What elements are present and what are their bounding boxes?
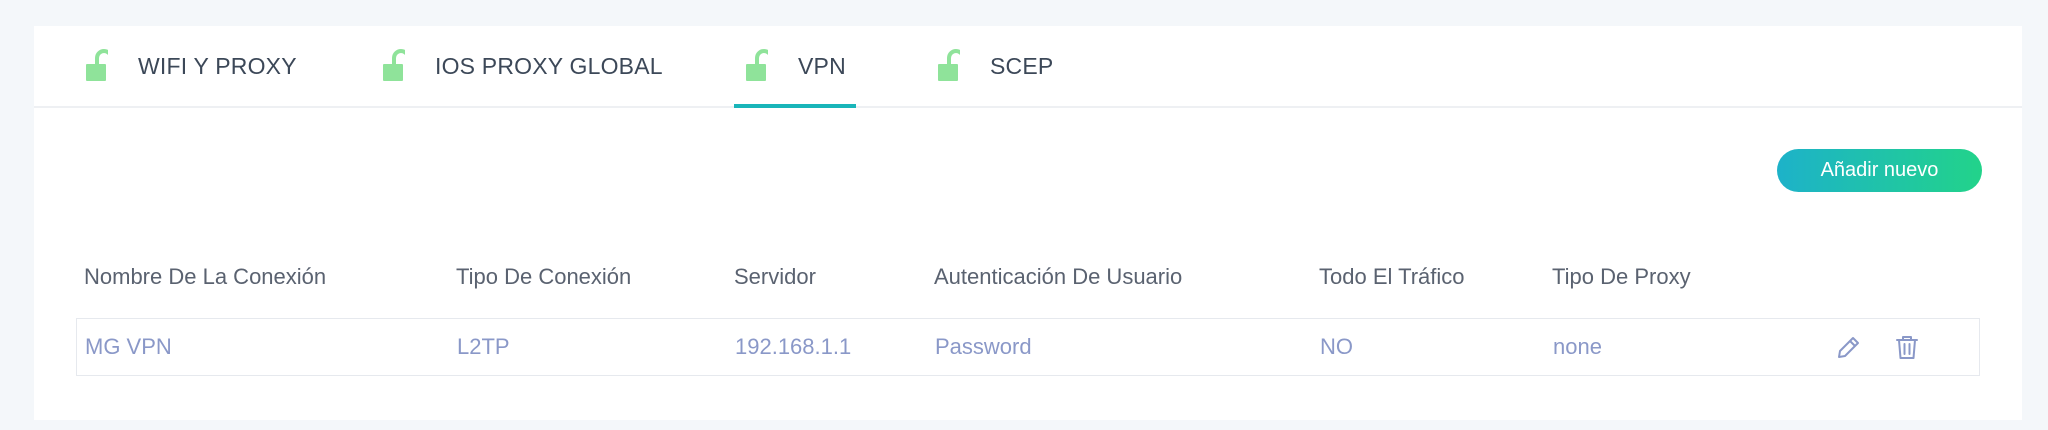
unlock-icon <box>86 49 108 81</box>
tab-wifi-proxy[interactable]: WIFI Y PROXY <box>84 26 297 106</box>
add-new-button[interactable]: Añadir nuevo <box>1777 149 1982 192</box>
tab-ios-proxy-global[interactable]: IOS PROXY GLOBAL <box>381 26 663 106</box>
cell-connection-type: L2TP <box>457 334 510 359</box>
column-header-connection-name: Nombre De La Conexión <box>84 264 327 289</box>
cell-user-auth: Password <box>935 334 1032 359</box>
unlock-icon <box>938 49 960 81</box>
tab-scep[interactable]: SCEP <box>936 26 1053 106</box>
tab-bar: WIFI Y PROXY IOS PROXY GLOBAL VPN SCEP <box>34 26 2022 108</box>
cell-server: 192.168.1.1 <box>735 334 852 359</box>
table-row: MG VPN L2TP 192.168.1.1 Password NO none <box>76 318 1980 376</box>
column-header-all-traffic: Todo El Tráfico <box>1319 264 1465 289</box>
column-header-user-auth: Autenticación De Usuario <box>934 264 1183 289</box>
edit-icon[interactable] <box>1835 333 1863 361</box>
tab-label: IOS PROXY GLOBAL <box>435 52 663 79</box>
tab-vpn[interactable]: VPN <box>734 26 856 108</box>
tab-label: SCEP <box>990 52 1054 79</box>
column-header-connection-type: Tipo De Conexión <box>456 264 632 289</box>
cell-proxy-type: none <box>1553 334 1602 359</box>
table-header: Nombre De La Conexión Tipo De Conexión S… <box>34 264 2022 304</box>
tab-label: WIFI Y PROXY <box>138 52 297 79</box>
tab-label: VPN <box>798 52 846 79</box>
trash-icon[interactable] <box>1893 333 1921 361</box>
column-header-proxy-type: Tipo De Proxy <box>1552 264 1691 289</box>
vpn-settings-card: WIFI Y PROXY IOS PROXY GLOBAL VPN SCEP A… <box>34 26 2022 420</box>
column-header-server: Servidor <box>734 264 816 289</box>
cell-connection-name: MG VPN <box>85 334 172 359</box>
cell-all-traffic: NO <box>1320 334 1353 359</box>
unlock-icon <box>383 49 405 81</box>
unlock-icon <box>746 49 768 81</box>
